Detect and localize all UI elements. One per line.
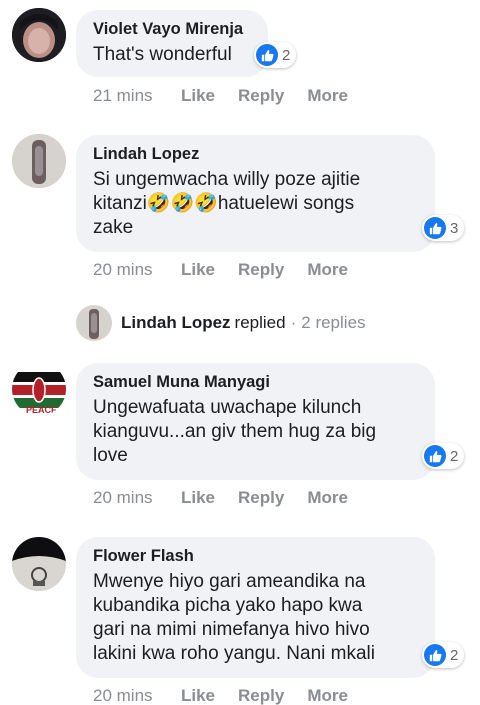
like-thumb-icon xyxy=(256,44,278,66)
comment-text: Ungewafuata uwachape kilunch kianguvu...… xyxy=(93,397,377,466)
comment-actions: 21 mins Like Reply More xyxy=(93,86,371,106)
reaction-summary[interactable]: 3 xyxy=(422,215,465,241)
avatar[interactable] xyxy=(12,537,66,591)
svg-text:PEACE: PEACE xyxy=(26,405,57,415)
comment-bubble[interactable]: Lindah Lopez Si ungemwacha willy poze aj… xyxy=(76,135,435,252)
comment-actions: 20 mins Like Reply More xyxy=(93,488,371,508)
like-thumb-icon xyxy=(424,445,446,467)
comment-actions: 20 mins Like Reply More xyxy=(93,686,371,705)
like-thumb-icon xyxy=(424,217,446,239)
more-button[interactable]: More xyxy=(307,488,348,508)
timestamp[interactable]: 20 mins xyxy=(93,488,181,508)
reply-button[interactable]: Reply xyxy=(238,488,284,508)
comment-text: That's wonderful xyxy=(93,44,232,65)
reply-button[interactable]: Reply xyxy=(238,686,284,705)
reaction-count: 3 xyxy=(450,219,459,237)
comment-bubble[interactable]: Flower Flash Mwenye hiyo gari ameandika … xyxy=(76,537,435,678)
comment-text: Si ungemwacha willy poze ajitie kitanzi🤣… xyxy=(93,169,361,238)
timestamp[interactable]: 21 mins xyxy=(93,86,181,106)
avatar[interactable] xyxy=(12,8,66,62)
reaction-count: 2 xyxy=(450,447,459,465)
reply-button[interactable]: Reply xyxy=(238,86,284,106)
avatar xyxy=(76,305,112,341)
avatar[interactable] xyxy=(12,134,66,188)
view-replies-link[interactable]: Lindah Lopez replied · 2 replies xyxy=(76,305,366,341)
like-button[interactable]: Like xyxy=(181,488,215,508)
like-button[interactable]: Like xyxy=(181,260,215,280)
reply-button[interactable]: Reply xyxy=(238,260,284,280)
separator-dot: · xyxy=(290,313,297,332)
comment-actions: 20 mins Like Reply More xyxy=(93,260,371,280)
replied-label: replied xyxy=(234,313,286,332)
reaction-count: 2 xyxy=(282,46,291,64)
timestamp[interactable]: 20 mins xyxy=(93,686,181,705)
reaction-summary[interactable]: 2 xyxy=(254,42,297,68)
more-button[interactable]: More xyxy=(307,686,348,705)
more-button[interactable]: More xyxy=(307,260,348,280)
comment-author[interactable]: Violet Vayo Mirenja xyxy=(93,19,250,39)
replies-count: 2 replies xyxy=(301,313,366,332)
reaction-count: 2 xyxy=(450,646,459,664)
timestamp[interactable]: 20 mins xyxy=(93,260,181,280)
comment-bubble[interactable]: Violet Vayo Mirenja That's wonderful xyxy=(76,10,268,77)
more-button[interactable]: More xyxy=(307,86,348,106)
comment-bubble[interactable]: Samuel Muna Manyagi Ungewafuata uwachape… xyxy=(76,363,435,480)
like-button[interactable]: Like xyxy=(181,686,215,705)
comment-author[interactable]: Flower Flash xyxy=(93,546,417,566)
reaction-summary[interactable]: 2 xyxy=(422,642,465,668)
like-thumb-icon xyxy=(424,644,446,666)
reaction-summary[interactable]: 2 xyxy=(422,443,465,469)
like-button[interactable]: Like xyxy=(181,86,215,106)
avatar[interactable]: PEACE xyxy=(12,362,66,416)
comment-author[interactable]: Samuel Muna Manyagi xyxy=(93,372,417,392)
comment-author[interactable]: Lindah Lopez xyxy=(93,144,417,164)
replier-name: Lindah Lopez xyxy=(121,313,231,332)
comment-text: Mwenye hiyo gari ameandika na kubandika … xyxy=(93,571,375,664)
